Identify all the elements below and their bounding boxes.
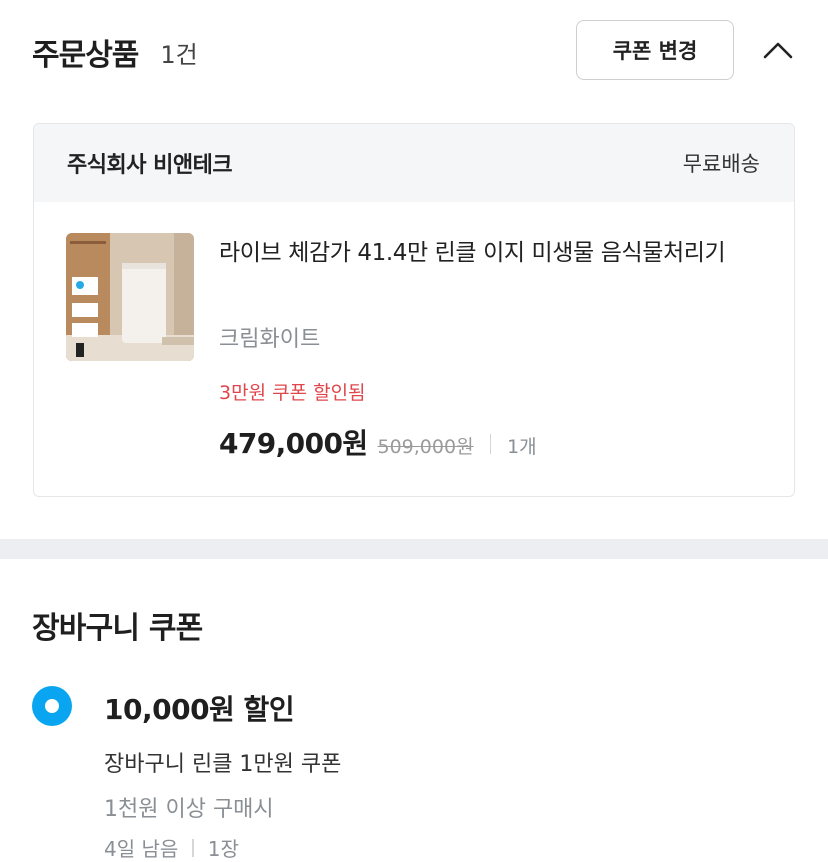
original-price: 509,000원: [377, 436, 474, 458]
section-divider: [0, 539, 828, 559]
product-name[interactable]: 라이브 체감가 41.4만 린클 이지 미생물 음식물처리기: [219, 232, 769, 274]
quantity: 1개: [507, 436, 537, 458]
seller-card: 주식회사 비앤테크 무료배송 라이브 체감가 41.4만 린클 이지 미생물 음…: [33, 123, 795, 497]
product-image[interactable]: [66, 233, 194, 361]
price-row: 479,000원 509,000원 1개: [219, 422, 537, 466]
coupon-remaining: 4일 남음: [104, 837, 179, 861]
product-option: 크림화이트: [219, 327, 321, 352]
divider: [489, 434, 492, 454]
radio-dot: [45, 699, 59, 713]
chevron-up-icon[interactable]: [760, 36, 796, 64]
order-section: 주문상품 1건 쿠폰 변경 주식회사 비앤테크 무료배송 라이브 체감가 41.…: [0, 0, 828, 538]
sale-price: 479,000원: [219, 427, 368, 460]
order-count: 1건: [160, 40, 198, 69]
cart-coupon-title: 장바구니 쿠폰: [32, 611, 203, 646]
cart-coupon-section: 장바구니 쿠폰 10,000원 할인 장바구니 린클 1만원 쿠폰 1천원 이상…: [0, 559, 828, 862]
order-title: 주문상품: [32, 38, 139, 73]
coupon-discount-note: 3만원 쿠폰 할인됨: [219, 382, 366, 404]
change-coupon-button[interactable]: 쿠폰 변경: [576, 20, 734, 80]
coupon-amount[interactable]: 10,000원 할인: [104, 688, 295, 728]
seller-card-header: 주식회사 비앤테크 무료배송: [34, 124, 794, 202]
coupon-radio-selected[interactable]: [32, 686, 72, 726]
coupon-count: 1장: [207, 837, 239, 861]
shipping-label: 무료배송: [682, 152, 760, 176]
order-header: 주문상품 1건 쿠폰 변경: [32, 20, 804, 82]
coupon-meta: 4일 남음 1장: [104, 833, 239, 862]
coupon-condition: 1천원 이상 구매시: [104, 797, 274, 822]
seller-name: 주식회사 비앤테크: [67, 153, 233, 178]
divider: [192, 838, 194, 857]
coupon-name: 장바구니 린클 1만원 쿠폰: [104, 752, 342, 777]
